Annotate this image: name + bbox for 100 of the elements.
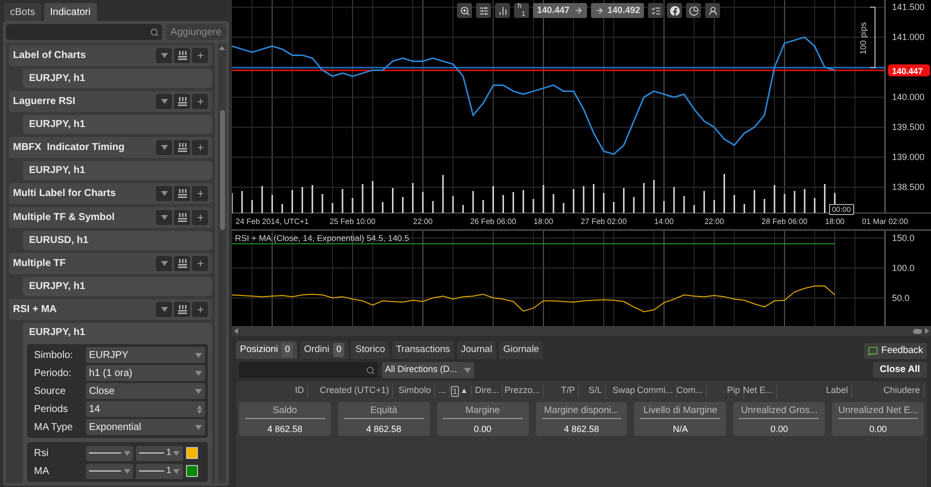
dropdown-button[interactable] [156,256,172,271]
dropdown-button[interactable] [156,48,172,63]
sell-button[interactable]: 140.447 [533,3,587,18]
instance-row[interactable]: EURJPY, h1 [23,161,212,180]
line-style-select[interactable] [86,446,133,460]
zoom-button[interactable] [457,3,472,18]
instance-row[interactable]: EURJPY, h1 [23,69,212,88]
instances-button[interactable] [174,186,190,201]
dropdown-button[interactable] [156,94,172,109]
count-badge: 0 [333,343,344,357]
select-field[interactable]: h1 (1 ora) [86,365,205,381]
column-header[interactable]: S/L [588,384,602,398]
scroll-thumb[interactable] [220,110,224,230]
indicator-row[interactable]: RSI + MA [9,299,212,320]
buy-button[interactable]: 140.492 [590,3,644,18]
list-button[interactable] [648,3,664,18]
add-instance-button[interactable] [192,186,208,201]
indicator-row[interactable]: Laguerre RSI [9,91,212,112]
sort-indicator[interactable]: 1 ▲ [450,385,468,397]
search-field[interactable] [239,362,378,378]
instance-row[interactable]: EURJPY, h1 [23,115,212,134]
add-instance-button[interactable] [192,94,208,109]
add-instance-button[interactable] [192,302,208,317]
parameter-label: Periods [33,402,69,416]
column-header[interactable]: Dire... [474,384,499,398]
caret-icon [160,307,168,312]
line-style-icon [139,470,164,472]
tab[interactable]: Ordini 0 [300,341,348,359]
instances-button[interactable] [174,140,190,155]
scroll-thumb[interactable] [913,328,922,334]
instances-button[interactable] [174,302,190,317]
parameter-label: MA Type [33,420,74,434]
column-header[interactable]: Swap [612,384,635,398]
indicator-row[interactable]: Label of Charts [9,45,212,66]
instance-label[interactable]: EURJPY, h1 [27,326,208,340]
horizontal-scrollbar[interactable] [232,326,931,336]
column-header[interactable]: Commi... [637,384,673,398]
stack-icon [178,143,186,152]
tab[interactable]: cBots [4,3,42,21]
price-tag: 140.447 [888,64,930,76]
dropdown-button[interactable] [156,186,172,201]
close-all-button[interactable]: Close All [872,362,927,378]
add-instance-button[interactable] [192,48,208,63]
chart-settings-button[interactable] [476,3,491,18]
instance-row[interactable]: EURJPY, h1 [23,277,212,296]
plus-icon [196,97,204,106]
column-header[interactable]: ... [438,384,446,398]
instances-button[interactable] [174,210,190,225]
tab[interactable]: Journal [457,341,496,359]
tab[interactable]: Giornale [499,341,544,359]
column-header[interactable]: Label [826,384,848,398]
indicator-row[interactable]: Multiple TF & Symbol [9,207,212,228]
scrollbar[interactable] [218,43,226,483]
add-instance-button[interactable] [192,140,208,155]
share-button[interactable] [667,3,682,18]
line-style-select[interactable] [86,464,133,478]
column-header[interactable]: Com... [676,384,703,398]
line-width-select[interactable]: 1 [136,464,183,478]
tab[interactable]: Transactions [392,341,454,359]
add-instance-button[interactable] [192,256,208,271]
column-header[interactable]: Pip [726,384,740,398]
checklist-icon [650,6,661,16]
tab[interactable]: Storico [351,341,389,359]
profile-button[interactable] [705,3,720,18]
instances-button[interactable] [174,94,190,109]
number-field[interactable]: 14 [86,401,205,417]
column-header[interactable]: Prezzo... [504,384,540,398]
column-header[interactable]: Chiudere [883,384,920,398]
dropdown-button[interactable] [156,302,172,317]
indicator-row[interactable]: MBFX Indicator Timing [9,137,212,158]
direction-select[interactable]: All Directions (D... [382,362,474,378]
select-field[interactable]: Exponential [86,419,205,435]
line-width-select[interactable]: 1 [136,446,183,460]
axis-label: 139.500 [892,122,925,132]
add-instance-button[interactable] [192,210,208,225]
caret-icon [464,368,471,372]
indicator-row[interactable]: Multi Label for Charts [9,183,212,204]
select-field[interactable]: EURJPY [86,347,205,363]
column-header[interactable]: Simbolo [398,384,431,398]
color-swatch[interactable] [186,447,198,459]
search-field[interactable] [6,24,162,40]
column-header[interactable]: ID [295,384,304,398]
chart-type-button[interactable] [495,3,510,18]
tab[interactable]: Posizioni 0 [236,341,298,359]
plus-icon [196,51,204,60]
tab[interactable]: Indicatori [44,3,97,21]
color-swatch[interactable] [186,465,198,477]
instance-row[interactable]: EURUSD, h1 [23,231,212,250]
column-header[interactable]: T/P [560,384,575,398]
instances-button[interactable] [174,256,190,271]
sentiment-button[interactable] [686,3,702,18]
column-header[interactable]: Net E... [742,384,773,398]
select-field[interactable]: Close [86,383,205,399]
feedback-button[interactable]: Feedback [864,343,927,359]
instances-button[interactable] [174,48,190,63]
dropdown-button[interactable] [156,210,172,225]
dropdown-button[interactable] [156,140,172,155]
column-header[interactable]: Created (UTC+1) [320,384,389,398]
indicator-row[interactable]: Multiple TF [9,253,212,274]
arrow-icon [594,6,604,15]
